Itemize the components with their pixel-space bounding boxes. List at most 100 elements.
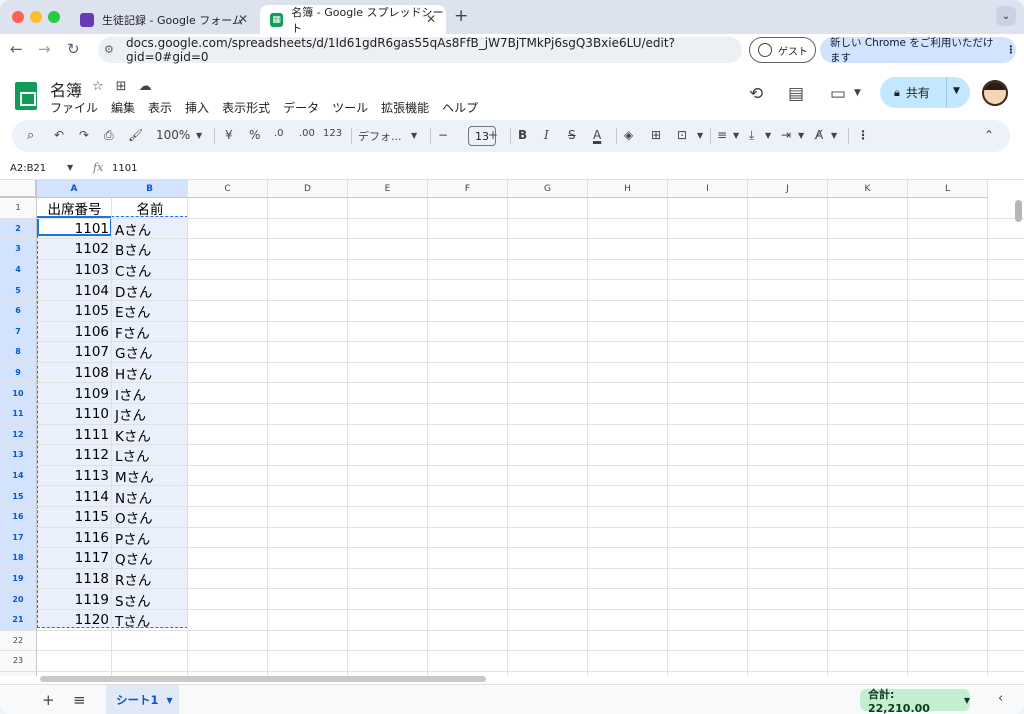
cell-a4[interactable]: 1103 xyxy=(37,260,112,281)
horizontal-scrollbar[interactable] xyxy=(40,676,486,682)
column-header-g[interactable]: G xyxy=(508,180,588,198)
more-vert-icon[interactable]: ⋮ xyxy=(1006,44,1017,56)
row-header-21[interactable]: 21 xyxy=(0,610,37,631)
share-button[interactable]: 🔒︎ 共有 ▼ xyxy=(880,77,970,108)
maximize-window-button[interactable] xyxy=(48,11,60,23)
row-header-1[interactable]: 1 xyxy=(0,198,37,219)
chevron-down-icon[interactable]: ▼ xyxy=(854,88,861,98)
address-input[interactable]: docs.google.com/spreadsheets/d/1Id61gdR6… xyxy=(98,36,742,64)
search-menus-icon[interactable]: ⌕ xyxy=(27,128,34,143)
site-settings-icon[interactable]: ⚙ xyxy=(104,43,114,56)
cell-a1[interactable]: 出席番号 xyxy=(37,198,112,219)
row-header-14[interactable]: 14 xyxy=(0,465,37,487)
cell-a10[interactable]: 1109 xyxy=(37,383,112,404)
cell-a3[interactable]: 1102 xyxy=(37,239,112,260)
close-window-button[interactable] xyxy=(12,11,24,23)
column-header-i[interactable]: I xyxy=(668,180,748,198)
row-header-13[interactable]: 13 xyxy=(0,445,37,466)
menu-file[interactable]: ファイル xyxy=(50,99,98,116)
cell-b2[interactable]: Aさん xyxy=(112,219,188,240)
cell-a14[interactable]: 1113 xyxy=(37,466,112,487)
close-icon[interactable]: ✕ xyxy=(238,12,248,26)
borders-icon[interactable]: ⊞ xyxy=(651,128,661,142)
text-color-button[interactable]: A xyxy=(593,128,601,142)
cell-a21[interactable]: 1120 xyxy=(37,610,112,631)
cell-a13[interactable]: 1112 xyxy=(37,445,112,466)
cell-b12[interactable]: Kさん xyxy=(112,425,188,446)
cell-a12[interactable]: 1111 xyxy=(37,425,112,446)
row-header-22[interactable]: 22 xyxy=(0,630,37,652)
row-header-5[interactable]: 5 xyxy=(0,280,37,301)
sheet-tab-1[interactable]: シート1 ▼ xyxy=(106,685,179,714)
decrease-decimal-button[interactable]: .0 xyxy=(274,128,284,139)
guest-profile-button[interactable]: ゲスト xyxy=(749,37,816,63)
redo-icon[interactable]: ↷ xyxy=(79,128,89,142)
row-header-10[interactable]: 10 xyxy=(0,383,37,404)
column-header-h[interactable]: H xyxy=(588,180,668,198)
chevron-down-icon[interactable]: ▼ xyxy=(411,131,417,140)
cell-a11[interactable]: 1110 xyxy=(37,404,112,425)
cell-b21[interactable]: Tさん xyxy=(112,610,188,631)
text-wrap-icon[interactable]: ⇥ xyxy=(781,128,791,142)
tab-search-icon[interactable]: ⌄ xyxy=(996,6,1016,26)
undo-icon[interactable]: ↶ xyxy=(54,128,64,142)
bold-button[interactable]: B xyxy=(518,128,527,142)
chevron-down-icon[interactable]: ▼ xyxy=(798,131,804,140)
row-header-17[interactable]: 17 xyxy=(0,527,37,549)
font-select[interactable]: デフォ... xyxy=(358,128,402,144)
cell-a17[interactable]: 1116 xyxy=(37,528,112,549)
tab-forms[interactable]: 生徒記録 - Google フォーム ✕ xyxy=(70,5,258,34)
cell-a6[interactable]: 1105 xyxy=(37,301,112,322)
chevron-down-icon[interactable]: ▼ xyxy=(167,696,173,705)
text-rotation-icon[interactable]: A̸ xyxy=(815,128,823,142)
chevron-down-icon[interactable]: ▼ xyxy=(697,131,703,140)
row-header-8[interactable]: 8 xyxy=(0,342,37,363)
chevron-up-icon[interactable]: ⌃ xyxy=(984,128,994,142)
row-header-19[interactable]: 19 xyxy=(0,568,37,590)
avatar[interactable] xyxy=(982,80,1008,106)
column-header-b[interactable]: B xyxy=(112,180,188,198)
cell-a16[interactable]: 1115 xyxy=(37,507,112,528)
row-header-12[interactable]: 12 xyxy=(0,424,37,446)
strikethrough-button[interactable]: S xyxy=(568,128,576,142)
chrome-update-button[interactable]: 新しい Chrome をご利用いただけます ⋮ xyxy=(820,37,1017,64)
cell-b16[interactable]: Oさん xyxy=(112,507,188,528)
menu-format[interactable]: 表示形式 xyxy=(222,99,270,116)
percent-format-button[interactable]: % xyxy=(249,128,260,142)
row-header-20[interactable]: 20 xyxy=(0,589,37,610)
cell-b1[interactable]: 名前 xyxy=(112,198,188,219)
cell-a18[interactable]: 1117 xyxy=(37,548,112,569)
sheets-logo-icon[interactable] xyxy=(15,82,37,110)
name-box[interactable]: A2:B21 xyxy=(10,163,46,174)
column-header-k[interactable]: K xyxy=(828,180,908,198)
merge-cells-icon[interactable]: ⊡ xyxy=(677,128,687,142)
cell-a20[interactable]: 1119 xyxy=(37,589,112,610)
back-arrow-icon[interactable]: ← xyxy=(10,40,23,58)
row-header-9[interactable]: 9 xyxy=(0,362,37,384)
add-sheet-icon[interactable]: + xyxy=(42,691,55,709)
row-header-16[interactable]: 16 xyxy=(0,507,37,528)
zoom-select[interactable]: 100% xyxy=(156,128,190,142)
vertical-align-icon[interactable]: ⤓ xyxy=(749,128,754,143)
row-header-6[interactable]: 6 xyxy=(0,301,37,322)
increase-font-size-icon[interactable]: + xyxy=(488,128,498,142)
close-icon[interactable]: ✕ xyxy=(426,12,436,26)
cell-b6[interactable]: Eさん xyxy=(112,301,188,322)
all-sheets-menu-icon[interactable]: ≡ xyxy=(73,691,86,709)
chevron-down-icon[interactable]: ▼ xyxy=(733,131,739,140)
row-header-23[interactable]: 23 xyxy=(0,651,37,672)
formula-input[interactable]: 1101 xyxy=(112,163,137,174)
horizontal-align-icon[interactable]: ≡ xyxy=(717,128,727,142)
cell-a7[interactable]: 1106 xyxy=(37,322,112,343)
cell-b10[interactable]: Iさん xyxy=(112,383,188,404)
chevron-down-icon[interactable]: ▼ xyxy=(831,131,837,140)
cell-b17[interactable]: Pさん xyxy=(112,528,188,549)
italic-button[interactable]: I xyxy=(544,128,549,142)
comments-icon[interactable]: ▤ xyxy=(788,84,804,104)
cell-b20[interactable]: Sさん xyxy=(112,589,188,610)
cell-b4[interactable]: Cさん xyxy=(112,260,188,281)
fill-color-icon[interactable]: ◈ xyxy=(624,128,633,142)
menu-extensions[interactable]: 拡張機能 xyxy=(381,99,429,116)
chevron-down-icon[interactable]: ▼ xyxy=(67,163,73,172)
row-header-4[interactable]: 4 xyxy=(0,259,37,281)
